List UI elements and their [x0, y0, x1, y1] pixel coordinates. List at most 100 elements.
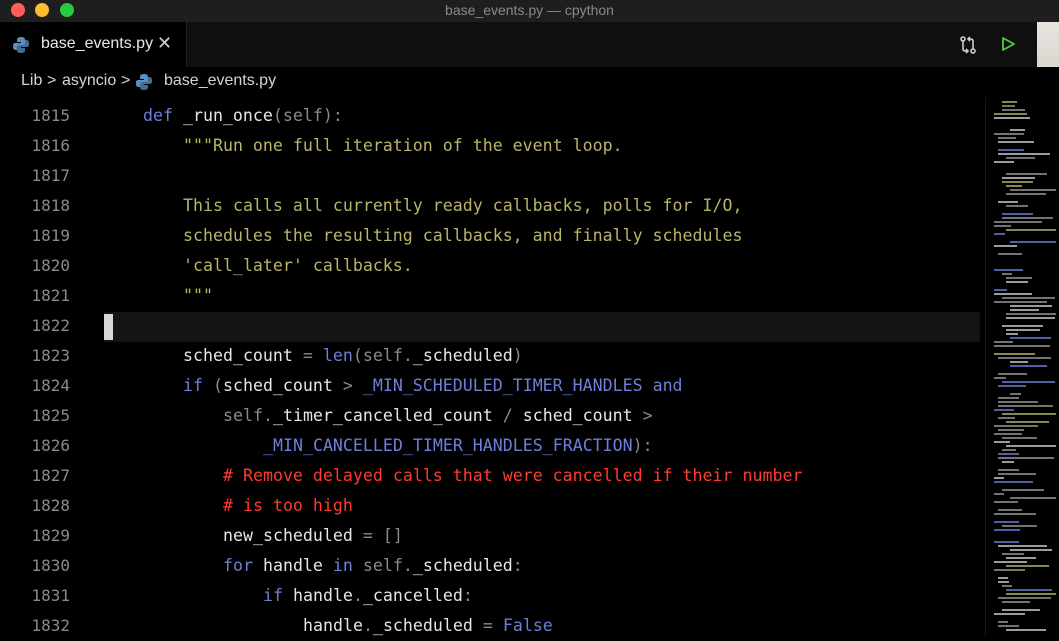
minimap-line	[998, 397, 1019, 399]
line-number: 1827	[31, 466, 70, 485]
code-line: """Run one full iteration of the event l…	[183, 131, 623, 161]
minimap-line	[1002, 489, 1044, 491]
code-line: This calls all currently ready callbacks…	[183, 191, 742, 221]
code-line: self._timer_cancelled_count / sched_coun…	[223, 401, 653, 431]
code-token: handle	[262, 556, 333, 575]
minimap-line	[994, 377, 1006, 379]
run-icon[interactable]	[1000, 36, 1016, 57]
minimap-line	[1006, 333, 1018, 335]
minimap-line	[998, 457, 1054, 459]
minimap-line	[998, 385, 1026, 387]
minimap-line	[998, 577, 1008, 579]
minimap[interactable]	[985, 97, 1059, 636]
minimap-line	[994, 345, 1050, 347]
minimap-line	[1006, 281, 1028, 283]
minimap-line	[998, 201, 1018, 203]
minimap-line	[1002, 381, 1055, 383]
minimap-line	[1006, 565, 1049, 567]
code-line: new_scheduled = []	[223, 521, 403, 551]
code-editor[interactable]: 1815 1816 1817 1818 1819 1820 1821 1822 1823 1824…	[0, 97, 985, 636]
minimap-line	[1006, 205, 1028, 207]
code-token: # is too high	[223, 496, 353, 515]
minimap-line	[1010, 393, 1021, 395]
code-token: """	[183, 286, 213, 305]
minimap-line	[1002, 461, 1014, 463]
line-number: 1816	[31, 136, 70, 155]
minimap-line	[994, 133, 1024, 135]
code-token: if	[263, 586, 293, 605]
minimap-line	[998, 453, 1019, 455]
minimap-line	[994, 481, 1033, 483]
breadcrumb-item-asyncio[interactable]: asyncio	[62, 72, 116, 90]
line-number: 1823	[31, 346, 70, 365]
code-line: # Remove delayed calls that were cancell…	[223, 461, 802, 491]
minimap-line	[994, 521, 1019, 523]
code-token: (	[212, 376, 223, 395]
minimap-line	[994, 477, 1004, 479]
minimap-line	[1002, 109, 1025, 111]
code-token: len	[322, 346, 353, 365]
code-token: new_scheduled	[223, 526, 363, 545]
tab-label: base_events.py	[41, 35, 154, 52]
minimap-line	[1002, 177, 1035, 179]
code-token: )	[512, 346, 523, 365]
minimap-line	[994, 293, 1032, 295]
minimap-line	[1002, 181, 1033, 183]
breadcrumb-separator: >	[121, 72, 131, 89]
minimap-line	[1010, 497, 1056, 499]
code-token: sched_count	[222, 376, 343, 395]
breadcrumb-item-file[interactable]: base_events.py	[164, 72, 276, 90]
minimap-line	[1006, 557, 1036, 559]
minimap-line	[1006, 313, 1056, 315]
code-token: >	[342, 376, 363, 395]
code-token: handle	[303, 616, 363, 635]
minimap-line	[1006, 185, 1022, 187]
minimap-line	[994, 225, 1011, 227]
line-number: 1828	[31, 496, 70, 515]
minimap-line	[1006, 277, 1032, 279]
minimap-line	[994, 409, 1014, 411]
line-number: 1826	[31, 436, 70, 455]
code-token: def	[143, 106, 183, 125]
minimap-line	[1006, 229, 1056, 231]
code-token: =	[482, 616, 503, 635]
minimap-line	[1002, 601, 1030, 603]
code-token: self	[362, 556, 403, 575]
breadcrumb: Lib > asyncio > base_events.py	[0, 67, 1059, 97]
tab-base-events[interactable]: base_events.py ✕	[0, 22, 187, 67]
minimap-line	[994, 301, 1047, 303]
minimap-line	[1006, 173, 1047, 175]
minimap-line	[998, 137, 1016, 139]
code-token: _cancelled	[362, 586, 463, 605]
code-token: .	[362, 616, 373, 635]
close-icon[interactable]: ✕	[157, 33, 172, 54]
line-number: 1815	[31, 106, 70, 125]
code-token: (	[352, 346, 363, 365]
minimap-line	[998, 597, 1051, 599]
code-token: []	[382, 526, 403, 545]
minimap-line	[994, 233, 1005, 235]
minimap-line	[998, 473, 1036, 475]
minimap-line	[998, 429, 1024, 431]
code-token: :	[462, 586, 473, 605]
code-token: _run_once	[182, 106, 273, 125]
compare-changes-icon[interactable]	[958, 35, 978, 60]
code-line: for handle in self._scheduled:	[223, 551, 523, 581]
code-token: handle	[292, 586, 353, 605]
line-number: 1817	[31, 166, 70, 185]
code-token: sched_count	[522, 406, 643, 425]
code-token: for	[223, 556, 263, 575]
minimap-line	[1002, 525, 1037, 527]
minimap-line	[998, 469, 1019, 471]
line-number: 1824	[31, 376, 70, 395]
code-line: handle._scheduled = False	[303, 611, 553, 641]
breadcrumb-item-lib[interactable]: Lib	[21, 72, 42, 90]
code-line: """	[183, 281, 213, 311]
minimap-line	[1010, 365, 1047, 367]
minimap-line	[994, 341, 1013, 343]
code-token: self	[362, 346, 403, 365]
code-token: (	[272, 106, 283, 125]
minimap-line	[998, 153, 1050, 155]
minimap-line	[998, 509, 1022, 511]
minimap-line	[1006, 593, 1056, 595]
